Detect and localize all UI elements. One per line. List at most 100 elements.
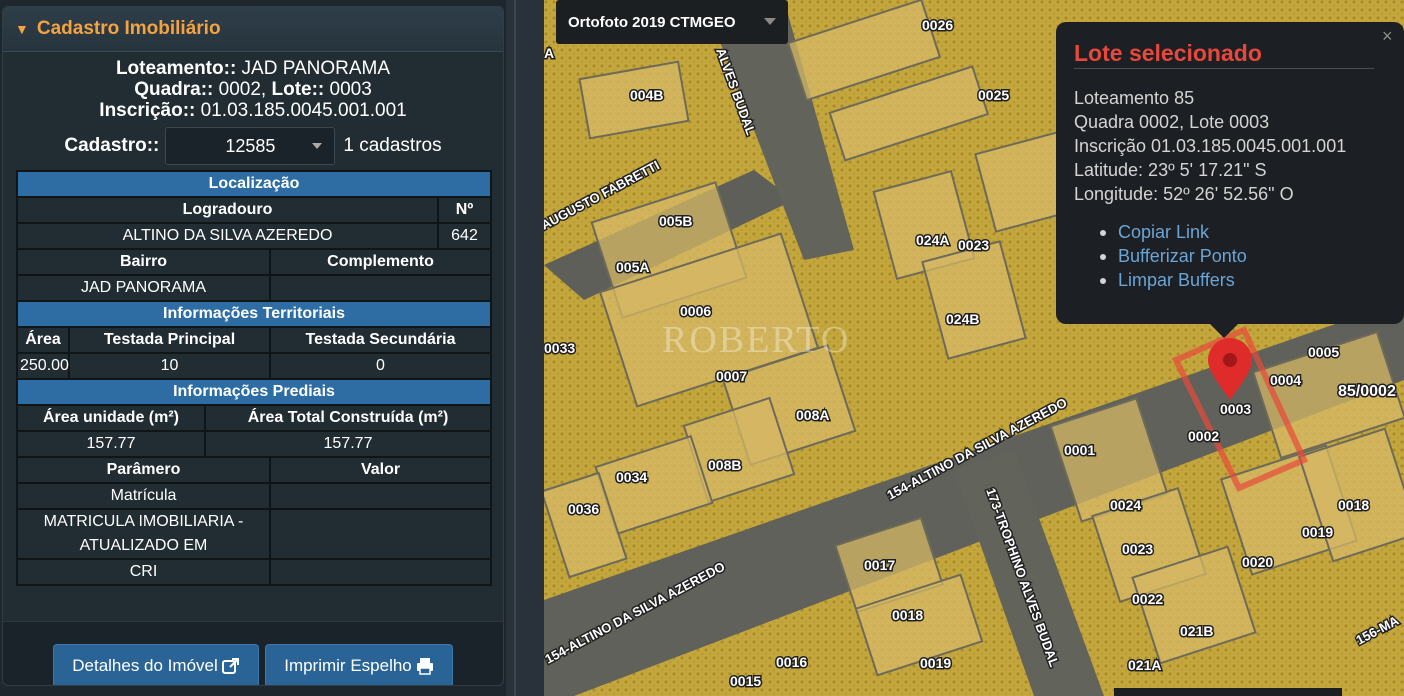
testada-secundaria-label: Testada Secundária <box>268 326 493 354</box>
numero-label: Nº <box>436 196 493 224</box>
map-view[interactable]: A 004B 0026 0025 005B 005A 0006 024A 002… <box>544 0 1404 696</box>
cadastro-count: 1 cadastros <box>343 135 442 156</box>
lot-label: A <box>544 45 554 61</box>
basemap-select[interactable]: Ortofoto 2019 CTMGEO <box>556 0 788 44</box>
popup-divider <box>1074 68 1374 69</box>
popup-title: Lote selecionado <box>1074 40 1262 66</box>
parametro-label: Parâmero <box>16 456 271 484</box>
param-value <box>268 482 493 510</box>
bairro-label: Bairro <box>16 248 271 276</box>
lot-label: 0034 <box>616 469 647 485</box>
cadastro-label: Cadastro:: <box>64 135 160 156</box>
param-name: CRI <box>16 558 271 586</box>
area-unidade-value: 157.77 <box>16 430 206 458</box>
param-name: Matrícula <box>16 482 271 510</box>
lot-label: 0023 <box>958 237 989 253</box>
print-button-label: Imprimir Espelho <box>284 656 412 675</box>
testada-secundaria-value: 0 <box>268 352 493 380</box>
external-link-icon <box>221 658 239 674</box>
area-label: Área <box>16 326 70 354</box>
divider-line <box>514 0 516 696</box>
lot-label: 0033 <box>544 340 575 356</box>
lot-label: 024B <box>946 311 979 327</box>
close-icon[interactable]: × <box>1382 26 1393 47</box>
lot-label: 0015 <box>730 673 761 689</box>
lot-label: 0001 <box>1064 442 1095 458</box>
area-value: 250.00 <box>16 352 70 380</box>
inscricao-value: 01.03.185.0045.001.001 <box>200 100 407 121</box>
complemento-value <box>268 274 493 302</box>
map-scale-bar <box>1114 688 1342 696</box>
lot-label: 008B <box>708 457 741 473</box>
lot-label: 008A <box>796 407 829 423</box>
lot-label: 0026 <box>922 17 953 33</box>
testada-principal-value: 10 <box>68 352 271 380</box>
cadastro-select-value: 12585 <box>225 135 276 156</box>
lot-label: 0020 <box>1242 554 1273 570</box>
logradouro-label: Logradouro <box>16 196 439 224</box>
lot-label: 0002 <box>1188 428 1219 444</box>
lot-label: 021A <box>1128 657 1161 673</box>
param-value <box>268 508 493 560</box>
lot-label: 0016 <box>776 654 807 670</box>
lot-label: 0004 <box>1270 372 1301 388</box>
popup-line: Inscrição 01.03.185.0045.001.001 <box>1074 136 1347 156</box>
area-total-value: 157.77 <box>203 430 493 458</box>
lote-value: 0003 <box>329 79 372 100</box>
param-value <box>268 558 493 586</box>
lot-label: 0025 <box>978 87 1009 103</box>
clear-buffers-link[interactable]: Limpar Buffers <box>1100 268 1247 292</box>
panel-divider[interactable] <box>506 0 544 696</box>
area-unidade-label: Área unidade (m²) <box>16 404 206 432</box>
lot-label: 0023 <box>1122 541 1153 557</box>
details-button-label: Detalhes do Imóvel <box>72 656 218 675</box>
loteamento-value: JAD PANORAMA <box>241 58 391 79</box>
lot-label: 005A <box>616 259 649 275</box>
panel-title: Cadastro Imobiliário <box>36 18 221 39</box>
param-name: MATRICULA IMOBILIARIA - ATUALIZADO EM <box>16 508 271 560</box>
territoriais-header: Informações Territoriais <box>15 300 493 328</box>
bairro-value: JAD PANORAMA <box>16 274 271 302</box>
lot-popup: × Lote selecionado Loteamento 85 Quadra … <box>1056 22 1404 324</box>
cadastro-select[interactable]: 12585 <box>165 127 336 165</box>
panel-footer: Detalhes do Imóvel Imprimir Espelho <box>3 621 503 685</box>
lot-label: 0017 <box>864 557 895 573</box>
area-total-label: Área Total Construída (m²) <box>203 404 493 432</box>
quadra-label: Quadra:: <box>134 79 214 100</box>
lot-label: 0018 <box>892 607 923 623</box>
lot-label: 85/0002 <box>1338 383 1396 400</box>
lot-label: 0024 <box>1110 497 1141 513</box>
panel-header[interactable]: ▼ Cadastro Imobiliário <box>3 7 503 52</box>
popup-line: Longitude: 52º 26' 52.56" O <box>1074 184 1294 204</box>
quadra-value: 0002, <box>218 79 267 100</box>
numero-value: 642 <box>436 222 493 250</box>
logradouro-value: ALTINO DA SILVA AZEREDO <box>16 222 439 250</box>
chevron-down-icon <box>312 143 323 149</box>
lot-summary: Loteamento:: JAD PANORAMA Quadra:: 0002,… <box>3 58 503 121</box>
caret-down-icon[interactable]: ▼ <box>15 21 29 37</box>
localizacao-header: Localização <box>15 170 493 198</box>
copy-link[interactable]: Copiar Link <box>1100 220 1247 244</box>
print-button[interactable]: Imprimir Espelho <box>265 644 453 685</box>
lot-label: 0018 <box>1338 497 1369 513</box>
cadastro-panel: ▼ Cadastro Imobiliário Loteamento:: JAD … <box>2 6 504 686</box>
lot-label: 0022 <box>1132 591 1163 607</box>
lot-label: 0006 <box>680 303 711 319</box>
lot-label: 0003 <box>1220 401 1251 417</box>
valor-label: Valor <box>268 456 493 484</box>
details-button[interactable]: Detalhes do Imóvel <box>53 644 259 685</box>
left-sidebar: ▼ Cadastro Imobiliário Loteamento:: JAD … <box>0 0 506 696</box>
chevron-down-icon <box>764 18 776 25</box>
lot-label: 0005 <box>1308 344 1339 360</box>
basemap-label: Ortofoto 2019 CTMGEO <box>568 13 736 31</box>
complemento-label: Complemento <box>268 248 493 276</box>
lot-label: 005B <box>659 213 692 229</box>
popup-pointer <box>1208 322 1240 338</box>
prediais-header: Informações Prediais <box>15 378 493 406</box>
popup-details: Loteamento 85 Quadra 0002, Lote 0003 Ins… <box>1074 86 1346 206</box>
lot-label: 021B <box>1180 623 1213 639</box>
lot-label: 0019 <box>920 655 951 671</box>
lot-label: 0036 <box>568 501 599 517</box>
buffer-point-link[interactable]: Bufferizar Ponto <box>1100 244 1247 268</box>
watermark: ROBERTO <box>662 319 850 361</box>
